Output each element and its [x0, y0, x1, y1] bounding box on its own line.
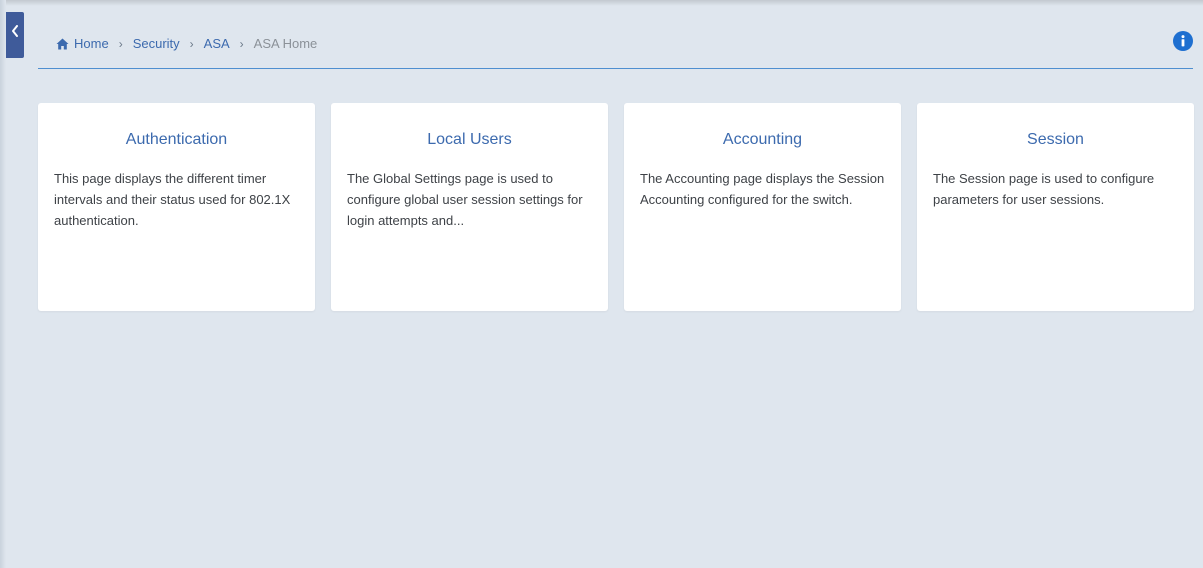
breadcrumb-current: ASA Home: [253, 36, 318, 51]
sidebar-edge: [0, 0, 6, 568]
page-header: Home › Security › ASA › ASA Home: [38, 28, 1193, 69]
card-authentication[interactable]: Authentication This page displays the di…: [38, 103, 315, 311]
top-shadow: [0, 0, 1203, 6]
card-description: This page displays the different timer i…: [54, 171, 291, 228]
card-description: The Session page is used to configure pa…: [933, 171, 1155, 207]
card-description: The Accounting page displays the Session…: [640, 171, 885, 207]
sidebar-collapse-button[interactable]: [6, 12, 24, 58]
info-icon[interactable]: [1173, 31, 1193, 51]
card-title: Accounting: [722, 131, 803, 148]
breadcrumb-separator: ›: [189, 36, 194, 51]
info-glyph: [1181, 35, 1185, 47]
card-grid: Authentication This page displays the di…: [38, 103, 1194, 311]
chevron-left-icon: [12, 25, 18, 37]
breadcrumb: Home › Security › ASA › ASA Home: [56, 36, 317, 51]
card-accounting[interactable]: Accounting The Accounting page displays …: [624, 103, 901, 311]
card-title: Local Users: [427, 131, 512, 148]
breadcrumb-home[interactable]: Home: [56, 36, 109, 51]
breadcrumb-security[interactable]: Security: [133, 36, 180, 51]
card-description: The Global Settings page is used to conf…: [347, 171, 583, 228]
breadcrumb-separator: ›: [118, 36, 123, 51]
breadcrumb-asa[interactable]: ASA: [204, 36, 230, 51]
card-session[interactable]: Session The Session page is used to conf…: [917, 103, 1194, 311]
breadcrumb-home-label: Home: [74, 36, 109, 51]
home-icon: [56, 38, 69, 49]
breadcrumb-separator: ›: [239, 36, 244, 51]
card-title: Authentication: [125, 131, 228, 148]
card-local-users[interactable]: Local Users The Global Settings page is …: [331, 103, 608, 311]
card-title: Session: [1027, 131, 1084, 148]
